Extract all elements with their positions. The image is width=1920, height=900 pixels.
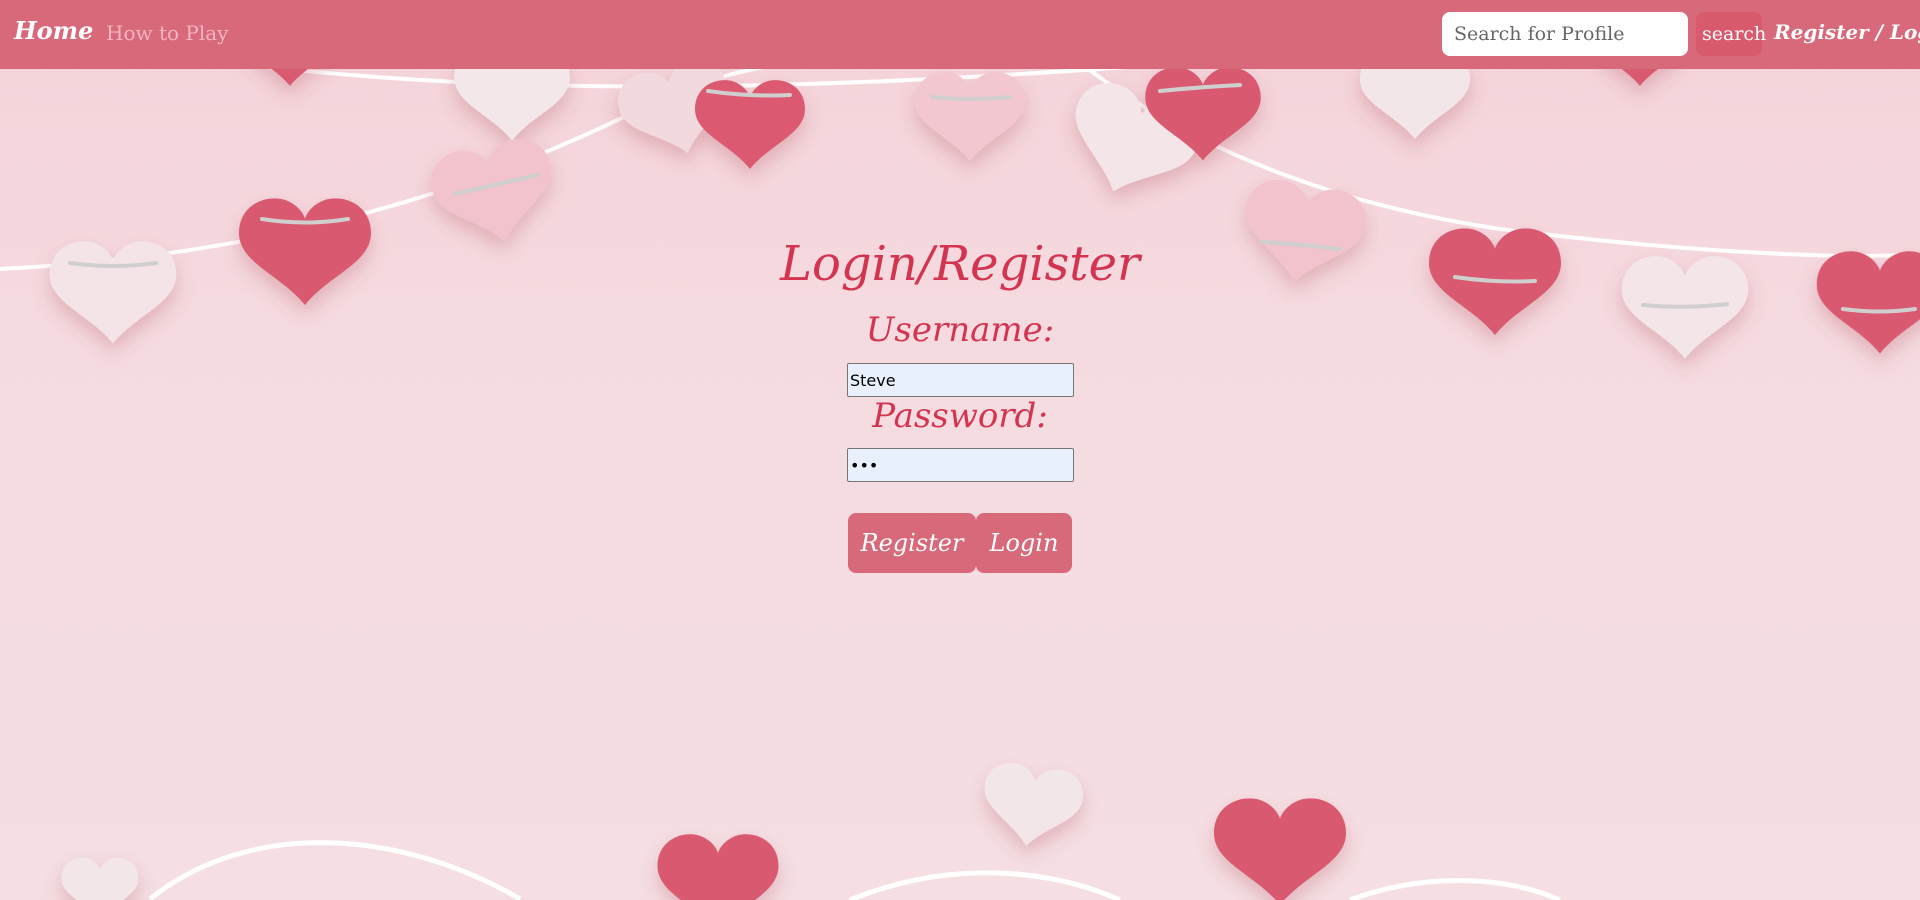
register-button[interactable]: Register [848, 513, 976, 573]
password-label: Password: [872, 396, 1048, 436]
username-field[interactable] [847, 363, 1074, 397]
top-navbar: Home How to Play search Register / Login [0, 0, 1920, 69]
nav-register-login-link[interactable]: Register / Login [1774, 20, 1920, 44]
profile-search-input[interactable] [1442, 12, 1688, 56]
search-button[interactable]: search [1696, 12, 1766, 56]
username-label: Username: [865, 310, 1055, 350]
login-button[interactable]: Login [976, 513, 1072, 573]
nav-home-link[interactable]: Home [14, 16, 93, 45]
nav-how-to-play-link[interactable]: How to Play [106, 21, 228, 45]
page-title: Login/Register [780, 236, 1140, 292]
heart-garland-decoration [0, 69, 1920, 900]
password-field[interactable] [847, 448, 1074, 482]
